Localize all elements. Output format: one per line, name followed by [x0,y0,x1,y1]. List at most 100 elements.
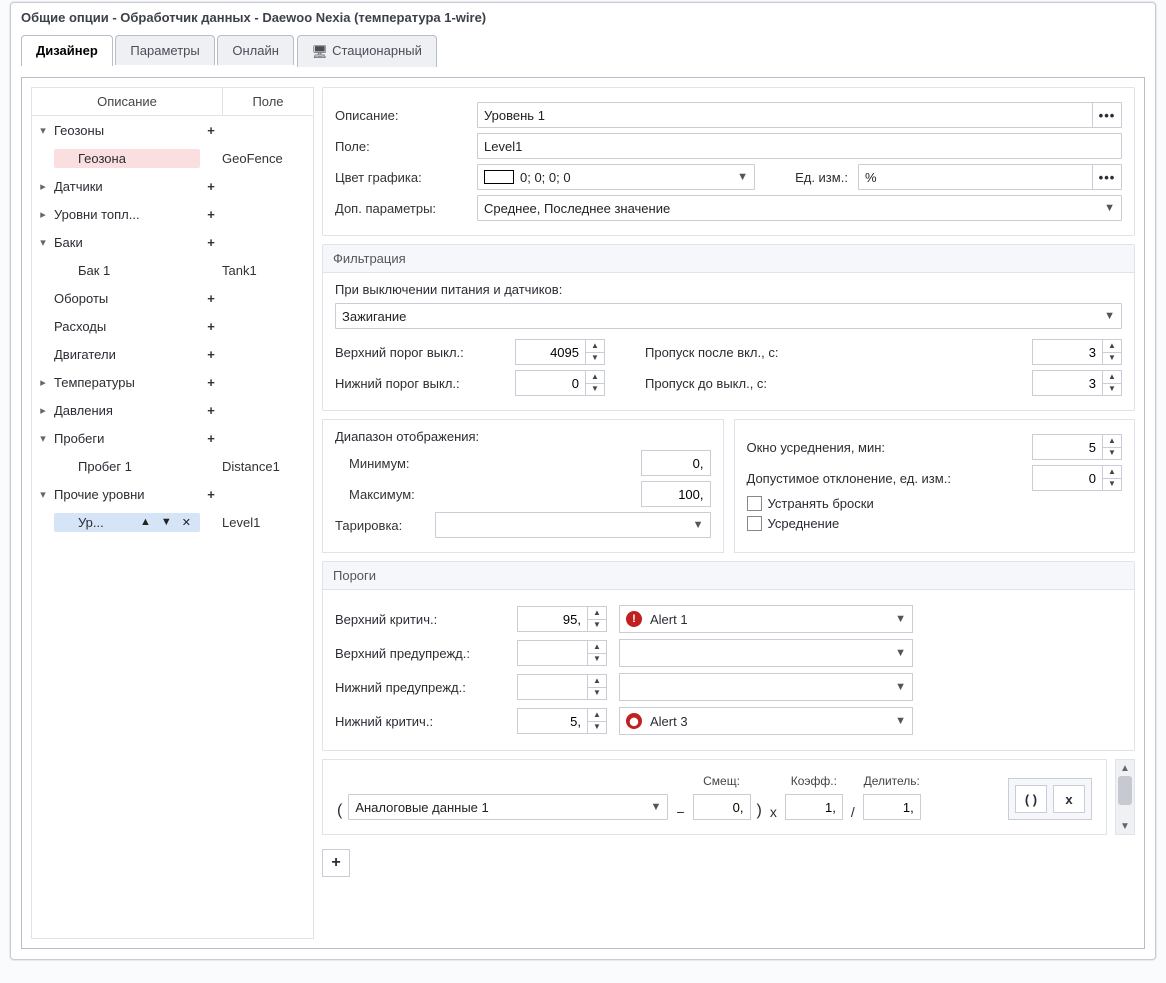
expand-arrow-icon[interactable]: ▸ [36,404,50,417]
tree-row[interactable]: Ур...▲▼✕Level1 [32,508,313,536]
spin-up-icon[interactable]: ▲ [588,607,606,620]
tree-row[interactable]: Расходы+ [32,312,313,340]
spin-up-icon[interactable]: ▲ [588,641,606,654]
input-max[interactable] [641,481,711,507]
scrollbar[interactable]: ▲ ▼ [1115,759,1135,835]
tree-row[interactable]: Двигатели+ [32,340,313,368]
select-source[interactable]: Аналоговые данные 1 ▼ [348,794,668,820]
expand-arrow-icon[interactable]: ▾ [36,236,50,249]
scroll-down-icon[interactable]: ▼ [1116,818,1134,834]
spin-up-icon[interactable]: ▲ [586,371,604,384]
spin-down-icon[interactable]: ▼ [586,384,604,396]
input-coef[interactable] [785,794,843,820]
spinner-tolerance[interactable]: ▲▼ [1032,465,1122,491]
add-item-icon[interactable]: + [204,347,218,362]
spin-up-icon[interactable]: ▲ [1103,466,1121,479]
tree-row[interactable]: ▾Прочие уровни+ [32,480,313,508]
select-alert-upper-crit[interactable]: Alert 1▼ [619,605,913,633]
tree-row[interactable]: ▸Датчики+ [32,172,313,200]
spinner-upper-crit[interactable]: ▲▼ [517,606,607,632]
input-offset[interactable] [693,794,751,820]
spinner-lower-crit[interactable]: ▲▼ [517,708,607,734]
tab-stationary[interactable]: 🖥Стационарный [297,35,437,67]
tree-row[interactable]: ▸Температуры+ [32,368,313,396]
tab-online[interactable]: Онлайн [217,35,294,65]
tree-row[interactable]: Обороты+ [32,284,313,312]
tree-row[interactable]: ▸Уровни топл...+ [32,200,313,228]
add-item-icon[interactable]: + [204,431,218,446]
ellipsis-icon[interactable]: ••• [1092,103,1121,127]
tree-row[interactable]: ▾Геозоны+ [32,116,313,144]
select-alert-upper-warn[interactable]: ▼ [619,639,913,667]
input-unit-field[interactable] [858,164,1122,190]
tree-row[interactable]: Бак 1Tank1 [32,256,313,284]
paren-button[interactable]: ( ) [1015,785,1047,813]
spinner-avg-window[interactable]: ▲▼ [1032,434,1122,460]
checkbox-remove-spikes[interactable]: Устранять броски [747,496,874,511]
spin-up-icon[interactable]: ▲ [1103,371,1121,384]
add-item-icon[interactable]: + [204,291,218,306]
spin-down-icon[interactable]: ▼ [1103,448,1121,460]
add-item-icon[interactable]: + [204,123,218,138]
move-up-icon[interactable]: ▲ [137,516,154,528]
select-color[interactable]: 0; 0; 0; 0 ▼ [477,164,755,190]
spin-down-icon[interactable]: ▼ [588,620,606,632]
spinner-upper-warn[interactable]: ▲▼ [517,640,607,666]
input-min[interactable] [641,450,711,476]
spin-up-icon[interactable]: ▲ [1103,435,1121,448]
x-button[interactable]: x [1053,785,1085,813]
spin-down-icon[interactable]: ▼ [588,722,606,734]
input-field[interactable] [477,133,1122,159]
spin-down-icon[interactable]: ▼ [588,654,606,666]
spinner-lower-off[interactable]: ▲▼ [515,370,605,396]
spin-up-icon[interactable]: ▲ [586,340,604,353]
spinner-upper-off[interactable]: ▲▼ [515,339,605,365]
add-item-icon[interactable]: + [204,207,218,222]
tree-row[interactable]: ГеозонаGeoFence [32,144,313,172]
select-alert-lower-crit[interactable]: Alert 3▼ [619,707,913,735]
tree-col-field[interactable]: Поле [223,88,313,115]
expand-arrow-icon[interactable]: ▾ [36,432,50,445]
add-item-icon[interactable]: + [204,319,218,334]
select-tare[interactable]: ▼ [435,512,711,538]
move-down-icon[interactable]: ▼ [158,516,175,528]
spin-up-icon[interactable]: ▲ [588,709,606,722]
spin-down-icon[interactable]: ▼ [1103,384,1121,396]
ellipsis-icon[interactable]: ••• [1092,165,1121,189]
input-description[interactable]: ••• [477,102,1122,128]
select-extra[interactable]: Среднее, Последнее значение ▼ [477,195,1122,221]
spinner-lower-warn[interactable]: ▲▼ [517,674,607,700]
add-item-icon[interactable]: + [204,487,218,502]
select-alert-lower-warn[interactable]: ▼ [619,673,913,701]
expand-arrow-icon[interactable]: ▸ [36,376,50,389]
scroll-up-icon[interactable]: ▲ [1116,760,1134,776]
spin-up-icon[interactable]: ▲ [1103,340,1121,353]
expand-arrow-icon[interactable]: ▸ [36,180,50,193]
tab-parameters[interactable]: Параметры [115,35,214,65]
tree-row[interactable]: ▸Давления+ [32,396,313,424]
add-item-icon[interactable]: + [204,375,218,390]
expand-arrow-icon[interactable]: ▸ [36,208,50,221]
add-item-icon[interactable]: + [204,235,218,250]
expand-arrow-icon[interactable]: ▾ [36,488,50,501]
tree-row[interactable]: Пробег 1Distance1 [32,452,313,480]
delete-icon[interactable]: ✕ [179,516,194,529]
input-description-field[interactable] [477,102,1122,128]
checkbox-averaging[interactable]: Усреднение [747,516,840,531]
input-unit[interactable]: ••• [858,164,1122,190]
spinner-skip-after[interactable]: ▲▼ [1032,339,1122,365]
add-item-icon[interactable]: + [204,403,218,418]
tree-row[interactable]: ▾Баки+ [32,228,313,256]
spin-down-icon[interactable]: ▼ [588,688,606,700]
add-button[interactable]: + [322,849,350,877]
expand-arrow-icon[interactable]: ▾ [36,124,50,137]
spinner-skip-before[interactable]: ▲▼ [1032,370,1122,396]
add-item-icon[interactable]: + [204,179,218,194]
input-divisor[interactable] [863,794,921,820]
tree-row[interactable]: ▾Пробеги+ [32,424,313,452]
tab-designer[interactable]: Дизайнер [21,35,113,66]
scroll-thumb[interactable] [1118,776,1132,805]
spin-down-icon[interactable]: ▼ [1103,479,1121,491]
spin-down-icon[interactable]: ▼ [1103,353,1121,365]
spin-up-icon[interactable]: ▲ [588,675,606,688]
